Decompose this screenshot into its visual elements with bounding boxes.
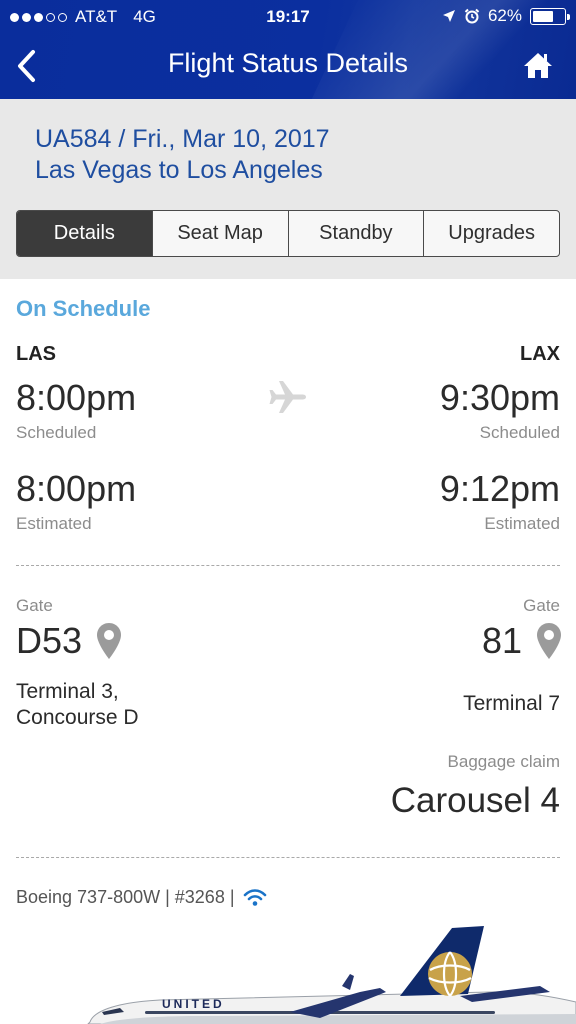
page-title: Flight Status Details xyxy=(167,48,409,78)
origin-terminal-line1: Terminal 3, xyxy=(16,680,119,703)
united-globe-logo xyxy=(428,951,472,997)
battery-percent: 62% xyxy=(487,6,522,25)
detail-tabs: Details Seat Map Standby Upgrades xyxy=(16,210,560,257)
destination-scheduled-time: 9:30pm xyxy=(439,377,560,418)
origin-scheduled-time: 8:00pm xyxy=(16,377,137,418)
map-pin-icon xyxy=(537,623,561,659)
destination-code: LAX xyxy=(520,343,560,365)
flight-number-date: UA584 / Fri., Mar 10, 2017 xyxy=(35,125,330,153)
location-arrow-icon xyxy=(442,10,455,22)
tab-details[interactable]: Details xyxy=(17,211,152,256)
destination-estimated-time: 9:12pm xyxy=(439,468,560,509)
origin-code: LAS xyxy=(16,343,56,365)
home-button[interactable] xyxy=(520,48,556,82)
aircraft-illustration: UNITED xyxy=(87,926,576,1024)
section-divider xyxy=(16,565,560,566)
nav-bar: Flight Status Details xyxy=(0,34,576,99)
destination-scheduled-label: Scheduled xyxy=(479,423,560,442)
origin-scheduled-label: Scheduled xyxy=(16,423,97,442)
origin-terminal-line2: Concourse D xyxy=(16,706,139,729)
origin-estimated-time: 8:00pm xyxy=(16,468,137,509)
destination-gate[interactable]: 81 xyxy=(482,620,562,662)
baggage-claim-value: Carousel 4 xyxy=(390,781,560,820)
baggage-claim-label: Baggage claim xyxy=(447,752,560,771)
tab-seat-map[interactable]: Seat Map xyxy=(151,211,288,256)
flight-route: Las Vegas to Los Angeles xyxy=(35,156,323,184)
destination-gate-label: Gate xyxy=(523,596,560,615)
wifi-icon xyxy=(243,888,266,906)
battery-icon xyxy=(530,7,570,25)
flight-status: On Schedule xyxy=(16,296,151,321)
destination-estimated-label: Estimated xyxy=(484,514,560,533)
tab-standby[interactable]: Standby xyxy=(287,211,424,256)
flight-summary: UA584 / Fri., Mar 10, 2017 Las Vegas to … xyxy=(0,99,576,279)
alarm-icon xyxy=(464,8,480,24)
origin-gate[interactable]: D53 xyxy=(16,620,122,662)
aircraft-type: Boeing 737-800W | #3268 | xyxy=(16,887,235,907)
livery-text: UNITED xyxy=(162,997,225,1011)
destination-terminal: Terminal 7 xyxy=(463,692,560,715)
status-bar-right: 62% xyxy=(442,6,570,26)
tab-upgrades[interactable]: Upgrades xyxy=(423,211,559,256)
origin-gate-value: D53 xyxy=(16,620,83,661)
home-icon xyxy=(524,53,552,78)
origin-terminal: Terminal 3, Concourse D xyxy=(16,679,139,731)
status-bar: AT&T 4G 19:17 62% xyxy=(0,0,576,34)
destination-gate-value: 81 xyxy=(481,620,522,661)
map-pin-icon xyxy=(97,623,122,659)
aircraft-info: Boeing 737-800W | #3268 | xyxy=(16,887,267,908)
airplane-icon xyxy=(269,381,306,413)
origin-gate-label: Gate xyxy=(16,596,53,615)
origin-estimated-label: Estimated xyxy=(16,514,92,533)
app-header: AT&T 4G 19:17 62% Flight Status Details xyxy=(0,0,576,99)
section-divider xyxy=(16,857,560,858)
